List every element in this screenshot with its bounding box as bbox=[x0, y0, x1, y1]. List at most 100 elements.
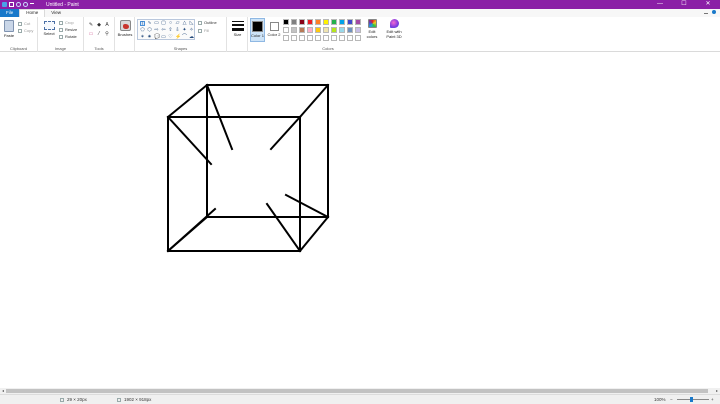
tab-home[interactable]: Home bbox=[19, 9, 46, 17]
select-button[interactable]: Select bbox=[41, 21, 57, 36]
palette-swatch[interactable] bbox=[299, 19, 305, 25]
palette-swatch[interactable] bbox=[315, 35, 321, 41]
palette-swatch[interactable] bbox=[315, 19, 321, 25]
palette-swatch[interactable] bbox=[331, 27, 337, 33]
close-button[interactable]: ✕ bbox=[696, 0, 720, 9]
save-icon[interactable] bbox=[9, 2, 14, 7]
rotate-button[interactable]: Rotate bbox=[59, 34, 77, 39]
palette-swatch[interactable] bbox=[347, 27, 353, 33]
shape-option[interactable]: ◺ bbox=[189, 21, 194, 26]
zoom-out-button[interactable]: − bbox=[670, 397, 673, 402]
palette-swatch[interactable] bbox=[307, 27, 313, 33]
palette-swatch[interactable] bbox=[323, 19, 329, 25]
zoom-in-button[interactable]: + bbox=[711, 397, 714, 402]
color-picker-icon[interactable]: ⁄ bbox=[96, 31, 102, 37]
palette-swatch[interactable] bbox=[331, 35, 337, 41]
palette-swatch[interactable] bbox=[347, 19, 353, 25]
minimize-button[interactable]: — bbox=[648, 0, 672, 9]
palette-swatch[interactable] bbox=[291, 35, 297, 41]
shape-option[interactable]: ⇩ bbox=[175, 28, 180, 33]
shape-option[interactable]: ☁ bbox=[189, 35, 194, 40]
inner-stroke bbox=[284, 193, 330, 219]
palette-swatch[interactable] bbox=[347, 35, 353, 41]
palette-swatch[interactable] bbox=[299, 27, 305, 33]
eraser-icon[interactable]: ▭ bbox=[88, 31, 94, 37]
resize-button[interactable]: Resize bbox=[59, 27, 77, 32]
canvas-workspace[interactable] bbox=[0, 53, 720, 389]
shape-option[interactable]: ⬡ bbox=[147, 28, 152, 33]
outline-dropdown[interactable]: Outline bbox=[198, 20, 217, 25]
palette-swatch[interactable] bbox=[331, 19, 337, 25]
magnifier-icon[interactable]: ⚲ bbox=[104, 31, 110, 37]
shape-option[interactable]: \ bbox=[140, 21, 145, 27]
shape-option[interactable]: ▭ bbox=[154, 21, 159, 26]
palette-swatch[interactable] bbox=[323, 35, 329, 41]
shape-option[interactable]: ▢ bbox=[161, 21, 166, 26]
redo-icon[interactable] bbox=[23, 2, 28, 7]
color2-button[interactable]: Color 2 bbox=[267, 18, 281, 42]
palette-swatch[interactable] bbox=[283, 35, 289, 41]
palette-swatch[interactable] bbox=[291, 19, 297, 25]
palette-swatch[interactable] bbox=[355, 27, 361, 33]
shape-option[interactable]: ▭ bbox=[161, 35, 166, 40]
palette-swatch[interactable] bbox=[283, 27, 289, 33]
shape-option[interactable]: ⬠ bbox=[140, 28, 145, 33]
paint-app-icon[interactable] bbox=[2, 2, 7, 7]
customize-toolbar-icon[interactable] bbox=[30, 3, 34, 6]
shape-option[interactable]: ⌒ bbox=[182, 35, 187, 40]
shape-option[interactable]: ✷ bbox=[147, 35, 152, 40]
cut-button[interactable]: Cut bbox=[18, 21, 30, 26]
help-icon[interactable] bbox=[712, 10, 716, 14]
undo-icon[interactable] bbox=[16, 2, 21, 7]
palette-swatch[interactable] bbox=[323, 27, 329, 33]
zoom-slider-thumb[interactable] bbox=[690, 397, 693, 402]
image-group: Select Crop Resize Rotate Image bbox=[38, 17, 84, 52]
paste-button[interactable]: Paste bbox=[2, 20, 16, 38]
edit-colors-label: Edit colors bbox=[366, 29, 378, 39]
shape-option[interactable]: ♡ bbox=[168, 35, 173, 40]
crop-button[interactable]: Crop bbox=[59, 20, 74, 25]
zoom-slider-track[interactable] bbox=[677, 399, 709, 400]
shape-option[interactable]: ⇦ bbox=[161, 28, 166, 33]
fill-icon[interactable]: ◆ bbox=[96, 22, 102, 28]
palette-swatch[interactable] bbox=[339, 27, 345, 33]
tab-view[interactable]: View bbox=[45, 9, 67, 17]
palette-swatch[interactable] bbox=[355, 35, 361, 41]
pencil-icon[interactable]: ✎ bbox=[88, 22, 94, 28]
collapse-ribbon-icon[interactable] bbox=[704, 10, 708, 14]
copy-button[interactable]: Copy bbox=[18, 28, 33, 33]
shape-option[interactable]: ✶ bbox=[140, 35, 145, 40]
palette-swatch[interactable] bbox=[291, 27, 297, 33]
shape-option[interactable]: ✧ bbox=[189, 28, 194, 33]
shape-option[interactable]: △ bbox=[182, 21, 187, 26]
shape-option[interactable]: ⇨ bbox=[154, 28, 159, 33]
shape-option[interactable]: ▱ bbox=[175, 21, 180, 26]
maximize-button[interactable]: ☐ bbox=[672, 0, 696, 9]
shape-option[interactable]: ✦ bbox=[182, 28, 187, 33]
fill-dropdown[interactable]: Fill bbox=[198, 28, 209, 33]
edit-paint3d-button[interactable]: Edit with Paint 3D bbox=[383, 19, 405, 43]
palette-swatch[interactable] bbox=[355, 19, 361, 25]
shape-option[interactable]: ○ bbox=[168, 21, 173, 26]
shape-option[interactable]: ∿ bbox=[147, 21, 152, 26]
palette-swatch[interactable] bbox=[315, 27, 321, 33]
palette-swatch[interactable] bbox=[339, 19, 345, 25]
shape-option[interactable]: ⚡ bbox=[175, 35, 181, 40]
edit-colors-button[interactable]: Edit colors bbox=[364, 19, 380, 43]
text-icon[interactable]: A bbox=[104, 22, 110, 28]
shape-option[interactable]: 💬 bbox=[154, 35, 160, 40]
drawing-canvas[interactable] bbox=[0, 53, 720, 389]
palette-swatch[interactable] bbox=[339, 35, 345, 41]
color1-button[interactable]: Color 1 bbox=[250, 18, 265, 42]
tab-file[interactable]: File bbox=[0, 9, 20, 17]
palette-swatch[interactable] bbox=[299, 35, 305, 41]
palette-swatch[interactable] bbox=[307, 35, 313, 41]
shape-option[interactable]: ⇧ bbox=[168, 28, 173, 33]
palette-swatch[interactable] bbox=[283, 19, 289, 25]
palette-swatch[interactable] bbox=[307, 19, 313, 25]
brushes-button[interactable]: Brushes bbox=[117, 20, 133, 37]
size-button[interactable]: Size bbox=[229, 19, 246, 37]
cube-edge bbox=[298, 215, 330, 253]
scroll-thumb[interactable] bbox=[6, 389, 708, 393]
inner-stroke bbox=[166, 207, 217, 253]
